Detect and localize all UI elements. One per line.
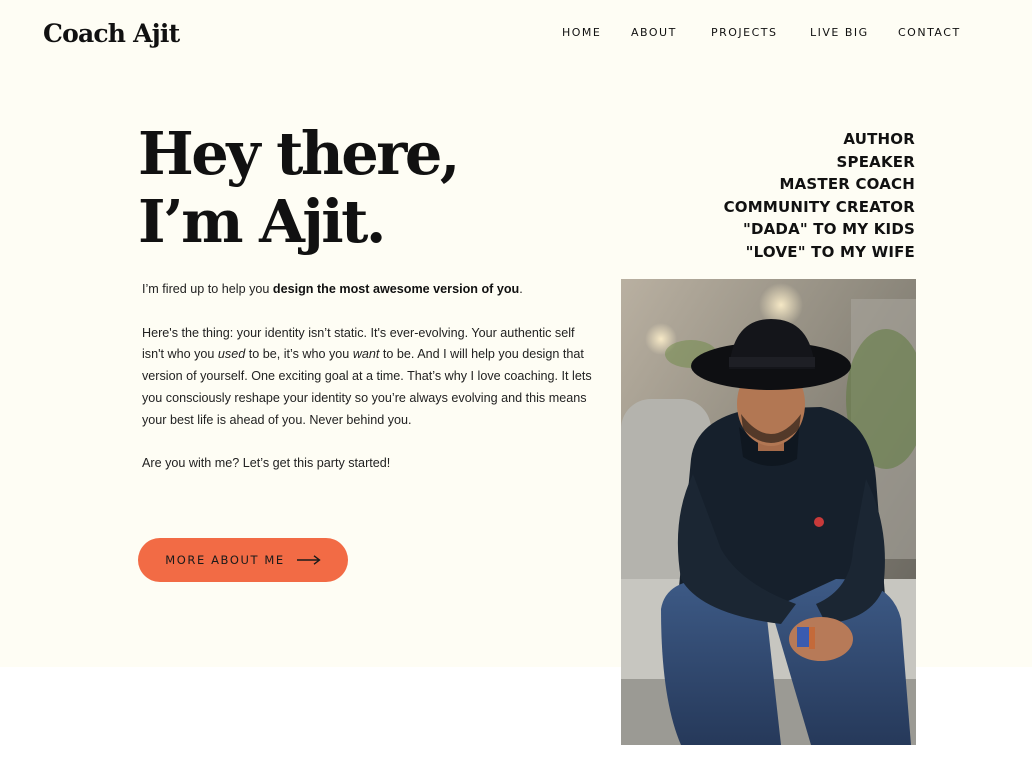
intro-prefix: I’m fired up to help you <box>142 282 273 296</box>
hero-body: I’m fired up to help you design the most… <box>142 279 596 497</box>
identity-paragraph: Here's the thing: your identity isn’t st… <box>142 323 596 432</box>
portrait-illustration <box>621 279 916 745</box>
role-item: "LOVE" TO MY WIFE <box>745 242 915 261</box>
site-logo[interactable]: Coach Ajit <box>43 16 180 52</box>
nav-item-live-big[interactable]: LIVE BIG <box>810 26 869 40</box>
nav-item-home[interactable]: HOME <box>562 26 601 40</box>
role-item: MASTER COACH <box>779 175 915 193</box>
identity-text-2: to be, it’s who you <box>245 347 353 362</box>
arrow-right-icon <box>296 555 321 565</box>
role-item: SPEAKER <box>836 152 915 171</box>
nav-item-projects[interactable]: PROJECTS <box>711 26 778 40</box>
role-item: AUTHOR <box>843 130 915 148</box>
closing-paragraph: Are you with me? Let’s get this party st… <box>142 456 391 471</box>
intro-emphasis: design the most awesome version of you <box>272 282 520 296</box>
cta-label: MORE ABOUT ME <box>165 553 285 567</box>
nav-item-contact[interactable]: CONTACT <box>898 26 961 40</box>
headline-line-1: Hey there, <box>138 119 460 188</box>
identity-italic-want: want <box>352 347 380 362</box>
intro-suffix: . <box>519 282 523 296</box>
more-about-me-button[interactable]: MORE ABOUT ME <box>138 538 348 582</box>
nav-item-about[interactable]: ABOUT <box>631 26 677 40</box>
identity-italic-used: used <box>217 347 246 362</box>
coach-portrait-photo <box>621 279 916 745</box>
role-item: COMMUNITY CREATOR <box>723 197 915 216</box>
hero-headline: Hey there, I’m Ajit. <box>138 119 460 256</box>
headline-line-2: I’m Ajit. <box>138 187 386 256</box>
roles-list: AUTHOR SPEAKER MASTER COACH COMMUNITY CR… <box>724 128 915 263</box>
intro-paragraph: I’m fired up to help you design the most… <box>142 279 596 301</box>
role-item: "DADA" TO MY KIDS <box>742 220 915 238</box>
